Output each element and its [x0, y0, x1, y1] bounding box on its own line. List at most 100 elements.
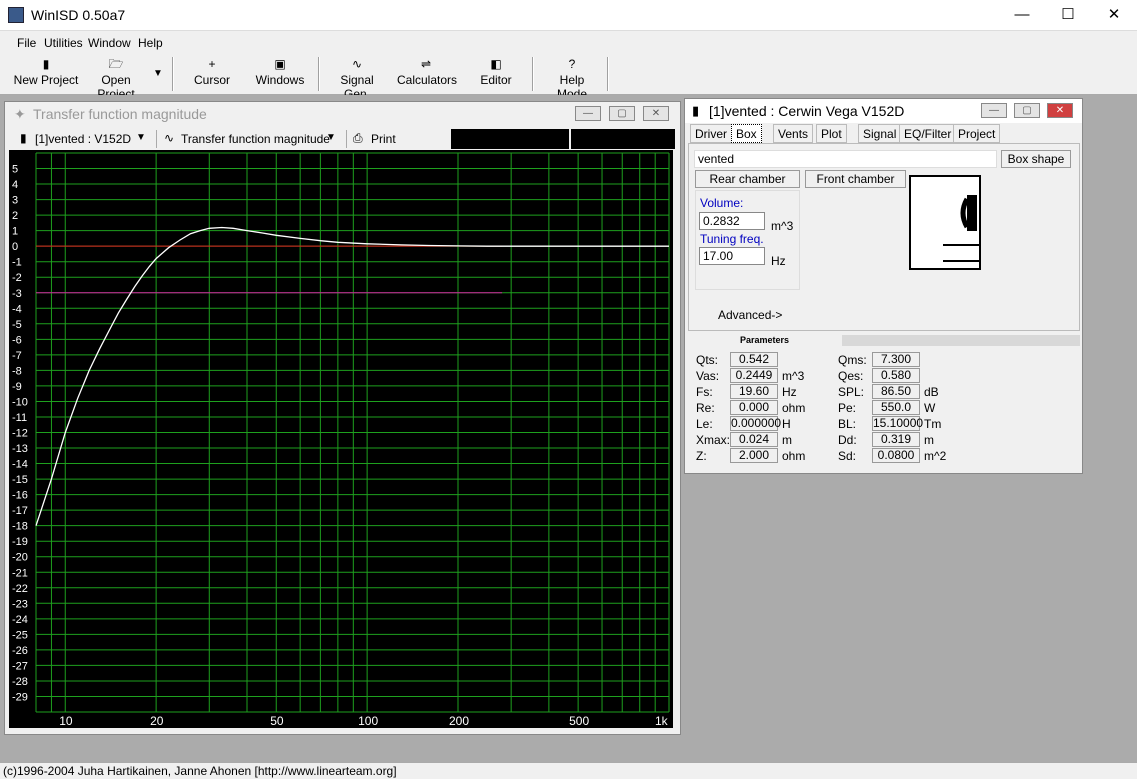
y-tick-label: -23 [12, 598, 28, 610]
y-tick-label: -29 [12, 691, 28, 703]
tab-vents[interactable]: Vents [773, 124, 814, 143]
y-tick-label: 1 [12, 226, 18, 238]
param-xmax-value[interactable]: 0.024 [730, 432, 778, 447]
param-z-unit: ohm [782, 449, 806, 463]
advanced-button[interactable]: Advanced-> [718, 308, 782, 322]
param-le-label: Le: [696, 417, 713, 431]
open-project-button[interactable]: 🗁 Open Project [82, 56, 150, 101]
param-pe-value[interactable]: 550.0 [872, 400, 920, 415]
box-shape-button[interactable]: Box shape [1001, 150, 1071, 168]
y-tick-label: -26 [12, 645, 28, 657]
param-qes-label: Qes: [838, 369, 864, 383]
y-tick-label: -18 [12, 521, 28, 533]
cursor-readout-2 [571, 129, 675, 149]
y-tick-label: 3 [12, 195, 18, 207]
param-re-unit: ohm [782, 401, 806, 415]
param-dd-label: Dd: [838, 433, 857, 447]
graph-restore-button[interactable]: ▢ [609, 106, 635, 121]
param-z-label: Z: [696, 449, 707, 463]
parameters-header-bar: Parameters [687, 335, 1080, 346]
y-tick-label: 4 [12, 179, 18, 191]
param-xmax-label: Xmax: [696, 433, 731, 447]
param-bl-value[interactable]: 15.10000 [872, 416, 923, 431]
graph-close-button[interactable]: ✕ [643, 106, 669, 121]
maximize-button[interactable]: ☐ [1045, 0, 1091, 30]
tab-box[interactable]: Box [731, 124, 762, 143]
new-project-button[interactable]: ▮ New Project [13, 56, 79, 94]
y-tick-label: -2 [12, 272, 22, 284]
menu-utilities[interactable]: Utilities [44, 36, 83, 50]
y-tick-label: -14 [12, 459, 28, 471]
x-tick-label: 1k [655, 714, 669, 728]
param-bl-unit: Tm [924, 417, 942, 431]
box-minimize-button[interactable]: — [981, 103, 1007, 118]
calculators-button[interactable]: ⇌ Calculators [397, 56, 457, 94]
y-tick-label: 0 [12, 241, 18, 253]
menu-file[interactable]: File [17, 36, 36, 50]
y-tick-label: 5 [12, 164, 18, 176]
menu-bar: File Utilities Window Help [0, 31, 1137, 54]
y-tick-label: -16 [12, 490, 28, 502]
open-project-dropdown-icon[interactable]: ▼ [153, 68, 163, 79]
graph-minimize-button[interactable]: — [575, 106, 601, 121]
project-dropdown-icon[interactable]: ▼ [136, 132, 146, 143]
cursor-button[interactable]: + Cursor [185, 56, 239, 94]
box-diagram-svg [943, 195, 979, 262]
param-qts-value[interactable]: 0.542 [730, 352, 778, 367]
param-qms-value[interactable]: 7.300 [872, 352, 920, 367]
toolbar-separator [346, 130, 347, 148]
param-dd-value[interactable]: 0.319 [872, 432, 920, 447]
tab-plot[interactable]: Plot [816, 124, 847, 143]
param-spl-value[interactable]: 86.50 [872, 384, 920, 399]
tab-project[interactable]: Project [953, 124, 1001, 143]
speaker-cone-shape [960, 197, 970, 229]
param-xmax-unit: m [782, 433, 792, 447]
close-button[interactable]: ✕ [1091, 0, 1137, 30]
transfer-function-plot[interactable]: 5 4 3 2 1 0 -1 -2 -3 -4 -5 -6 -7 -8 -9 -10 -11 -12 -13 -14-… [9, 150, 673, 728]
box-type-field[interactable]: vented [694, 150, 997, 168]
param-qes-value[interactable]: 0.580 [872, 368, 920, 383]
front-chamber-button[interactable]: Front chamber [805, 170, 906, 188]
tab-signal[interactable]: Signal [858, 124, 902, 143]
param-re-value[interactable]: 0.000 [730, 400, 778, 415]
print-button[interactable]: Print [371, 132, 396, 146]
param-vas-value[interactable]: 0.2449 [730, 368, 778, 383]
tuning-freq-input[interactable]: 17.00 [699, 247, 765, 265]
menu-help[interactable]: Help [138, 36, 163, 50]
y-tick-label: -19 [12, 536, 28, 548]
sine-wave-icon: ∿ [164, 131, 175, 145]
param-fs-value[interactable]: 19.60 [730, 384, 778, 399]
param-le-value[interactable]: 0.000000 [730, 416, 781, 431]
editor-button[interactable]: ◧ Editor [473, 56, 519, 94]
toolbar-separator [156, 130, 157, 148]
windows-button[interactable]: ▣ Windows [254, 56, 306, 94]
tab-driver[interactable]: Driver [690, 124, 732, 143]
menu-window[interactable]: Window [88, 36, 131, 50]
toolbar-separator [172, 57, 174, 91]
param-z-value[interactable]: 2.000 [730, 448, 778, 463]
status-bar: (c)1996-2004 Juha Hartikainen, Janne Aho… [0, 762, 1137, 779]
box-close-button[interactable]: ✕ [1047, 103, 1073, 118]
param-fs-label: Fs: [696, 385, 713, 399]
cursor-readout-1 [451, 129, 569, 149]
param-qms-label: Qms: [838, 353, 867, 367]
y-tick-label: -28 [12, 676, 28, 688]
param-spl-unit: dB [924, 385, 939, 399]
signal-gen-button[interactable]: ∿ Signal Gen. [328, 56, 386, 101]
help-mode-button[interactable]: ? Help Mode [543, 56, 601, 101]
graph-type-select[interactable]: Transfer function magnitude [181, 132, 330, 146]
x-tick-label: 500 [569, 714, 589, 728]
y-tick-label: -22 [12, 583, 28, 595]
rear-chamber-button[interactable]: Rear chamber [695, 170, 800, 188]
minimize-button[interactable]: — [999, 0, 1045, 30]
volume-input[interactable]: 0.2832 [699, 212, 765, 230]
tab-eq-filter[interactable]: EQ/Filter [899, 124, 957, 143]
x-tick-label: 100 [358, 714, 378, 728]
param-sd-value[interactable]: 0.0800 [872, 448, 920, 463]
app-title: WinISD 0.50a7 [31, 7, 126, 23]
graph-type-dropdown-icon[interactable]: ▼ [326, 132, 336, 143]
param-sd-unit: m^2 [924, 449, 947, 463]
box-restore-button[interactable]: ▢ [1014, 103, 1040, 118]
volume-unit: m^3 [771, 219, 794, 233]
project-select[interactable]: [1]vented : V152D [35, 132, 131, 146]
